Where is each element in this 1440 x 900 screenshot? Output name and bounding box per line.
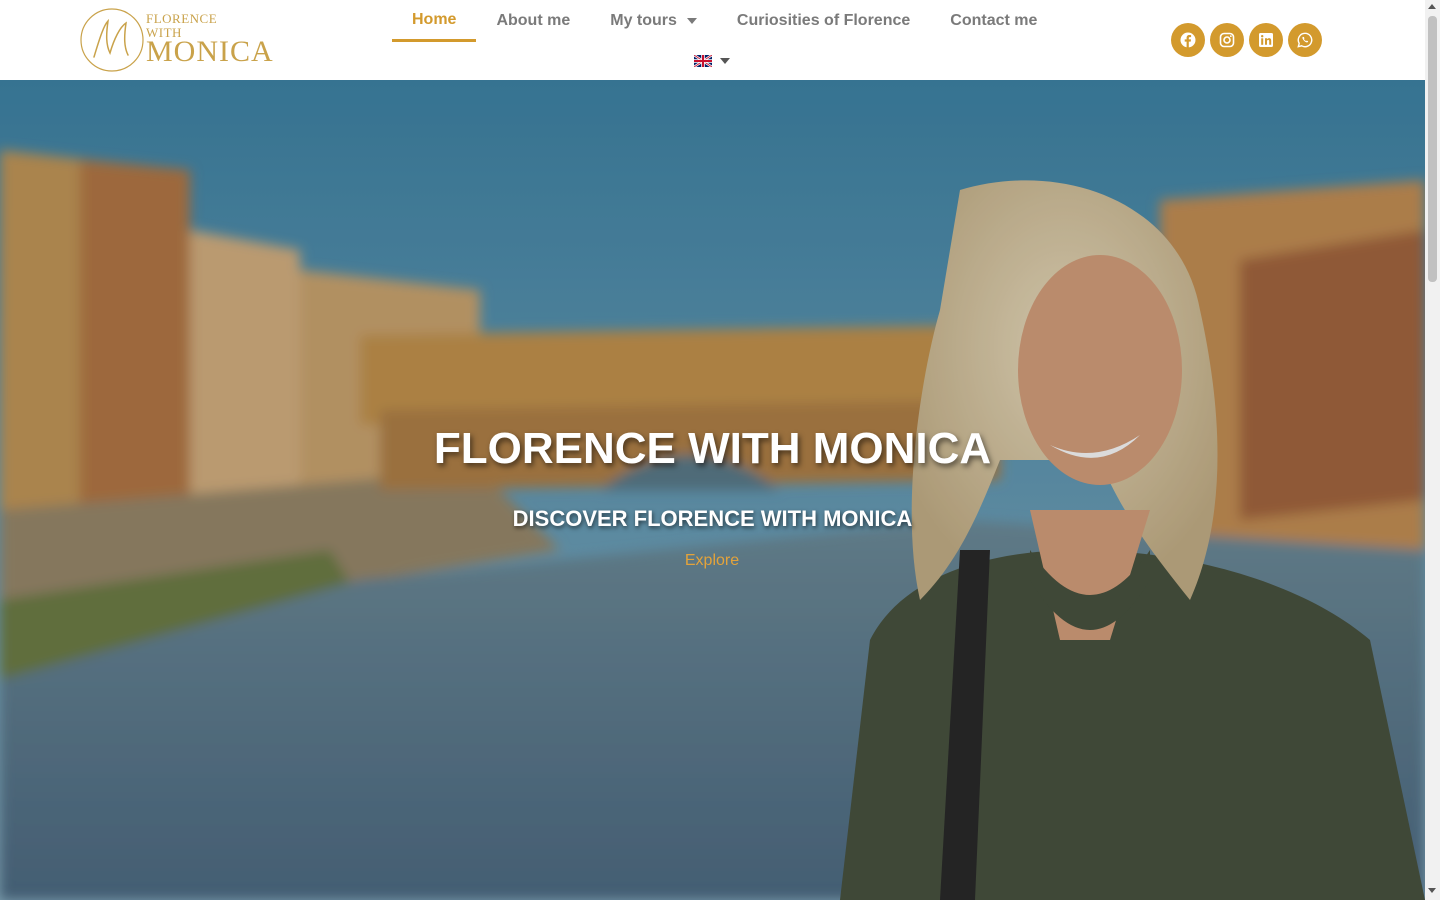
logo-line-monica: MONICA — [146, 35, 274, 68]
nav-my-tours-label: My tours — [610, 12, 677, 29]
scroll-down-arrow-icon[interactable] — [1428, 888, 1436, 893]
language-switcher[interactable] — [694, 55, 730, 67]
explore-link[interactable]: Explore — [662, 552, 762, 570]
linkedin-link[interactable] — [1249, 23, 1283, 57]
site-logo[interactable]: FLORENCE WITH MONICA — [80, 7, 280, 73]
nav-about[interactable]: About me — [476, 0, 590, 42]
nav-contact[interactable]: Contact me — [930, 0, 1057, 42]
uk-flag-icon — [694, 55, 712, 67]
hero-section: FLORENCE WITH MONICA DISCOVER FLORENCE W… — [0, 80, 1425, 900]
hero-title: FLORENCE WITH MONICA — [433, 424, 992, 473]
chevron-down-icon — [720, 58, 730, 64]
instagram-link[interactable] — [1210, 23, 1244, 57]
nav-home-label: Home — [412, 10, 457, 28]
whatsapp-link[interactable] — [1288, 23, 1322, 57]
nav-home[interactable]: Home — [392, 0, 477, 42]
hero-background-image — [0, 80, 1425, 900]
linkedin-icon — [1259, 33, 1273, 47]
scroll-up-arrow-icon[interactable] — [1428, 4, 1436, 9]
scroll-thumb[interactable] — [1428, 16, 1437, 282]
nav-curiosities-label: Curiosities of Florence — [736, 12, 911, 29]
logo-line-florence: FLORENCE — [146, 11, 218, 26]
vertical-scrollbar[interactable] — [1425, 0, 1440, 900]
nav-curiosities[interactable]: Curiosities of Florence — [717, 0, 930, 42]
facebook-link[interactable] — [1171, 23, 1205, 57]
facebook-icon — [1180, 32, 1196, 48]
page: FLORENCE WITH MONICA Home About me My to… — [0, 0, 1440, 900]
chevron-down-icon — [686, 18, 697, 24]
logo-text: FLORENCE WITH MONICA — [146, 12, 274, 67]
site-header: FLORENCE WITH MONICA Home About me My to… — [0, 0, 1425, 80]
social-links — [1171, 23, 1322, 57]
hero-subtitle: DISCOVER FLORENCE WITH MONICA — [512, 506, 913, 531]
nav-contact-label: Contact me — [950, 12, 1038, 29]
nav-about-label: About me — [496, 12, 571, 29]
nav-my-tours[interactable]: My tours — [590, 0, 717, 42]
whatsapp-icon — [1297, 32, 1313, 48]
instagram-icon — [1219, 32, 1235, 48]
main-nav: Home About me My tours Curiosities of Fl… — [392, 0, 1057, 44]
